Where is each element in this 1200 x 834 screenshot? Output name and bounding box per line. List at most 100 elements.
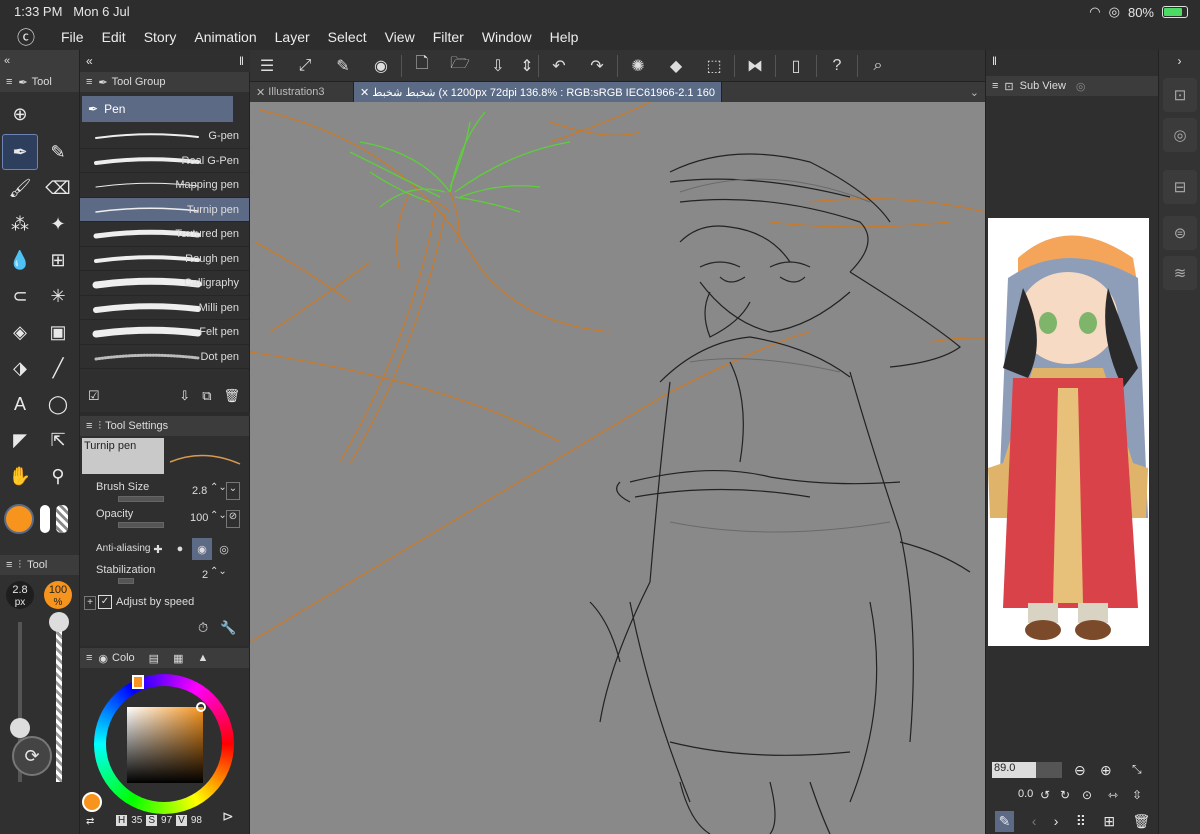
lasso-tool-icon[interactable]: ⊂ xyxy=(2,278,38,314)
zoom-slider[interactable] xyxy=(1036,762,1062,778)
line-tool-icon[interactable]: ╱ xyxy=(40,350,76,386)
opacity-value[interactable]: 100 xyxy=(190,512,208,524)
gradient-tool-icon[interactable]: ▣ xyxy=(40,314,76,350)
brush-item[interactable]: Milli pen xyxy=(80,296,249,320)
reset-rotation-icon[interactable]: ⊙ xyxy=(1082,788,1092,802)
airbrush-tool-icon[interactable]: ⁂ xyxy=(2,206,38,242)
checkbox-icon[interactable]: ☑ xyxy=(88,388,100,404)
menu-layer[interactable]: Layer xyxy=(266,29,319,45)
rotate-right-icon[interactable]: ↻ xyxy=(1060,788,1070,802)
opacity-slider[interactable] xyxy=(56,622,62,782)
search-icon[interactable]: ⌕ xyxy=(859,51,897,81)
fill-tool-icon[interactable]: ◈ xyxy=(2,314,38,350)
brush-item[interactable]: Turnip pen xyxy=(80,197,249,222)
aa-weak-icon[interactable]: ● xyxy=(170,538,190,560)
trash-icon[interactable]: 🗑 xyxy=(1132,813,1150,830)
aa-strong-icon[interactable]: ◎ xyxy=(214,538,234,560)
brush-tool-icon[interactable]: 🖌 xyxy=(2,170,38,206)
brush-size-value[interactable]: 2.8 xyxy=(192,485,207,497)
grid-view-icon[interactable]: ⠿ xyxy=(1076,813,1086,830)
pen-tool-icon[interactable]: ✒ xyxy=(2,134,38,170)
brush-item[interactable]: Calligraphy xyxy=(80,271,249,296)
download-circle-icon[interactable]: ⊕ xyxy=(2,96,38,132)
layer-property-icon[interactable]: ⊟ xyxy=(1163,170,1197,204)
drag-handle-icon[interactable]: ≡ xyxy=(80,76,98,88)
brush-item[interactable]: Real G-Pen xyxy=(80,149,249,173)
modifier-key-icon[interactable]: ⟳ xyxy=(12,736,52,776)
ruler-tool-icon[interactable]: ◤ xyxy=(2,422,38,458)
next-icon[interactable]: › xyxy=(1054,813,1059,829)
new-file-icon[interactable]: 🗋 xyxy=(403,51,441,81)
expand-plus-icon[interactable]: + xyxy=(84,596,96,610)
aa-none-icon[interactable]: ✚ xyxy=(148,538,168,560)
menu-file[interactable]: File xyxy=(52,29,93,45)
menu-hamburger-icon[interactable]: ☰ xyxy=(248,51,286,81)
flip-horizontal-icon[interactable]: ⇿ xyxy=(1108,788,1118,802)
text-tool-icon[interactable]: A xyxy=(2,386,38,422)
drag-handle-icon[interactable]: ≡ xyxy=(986,80,1004,92)
open-folder-icon[interactable]: 🗁 xyxy=(441,51,479,81)
sub-view-toggle-icon[interactable]: ⊡ xyxy=(1163,78,1197,112)
mountain-tab-icon[interactable]: ▲ xyxy=(183,652,208,664)
balloon-tool-icon[interactable]: ◯ xyxy=(40,386,76,422)
undo-icon[interactable]: ↶ xyxy=(540,51,578,81)
smartphone-icon[interactable]: ▯ xyxy=(777,51,815,81)
flip-vertical-icon[interactable]: ⇳ xyxy=(1132,788,1142,802)
help-icon[interactable]: ? xyxy=(818,51,856,81)
drag-handle-icon[interactable]: ≡ xyxy=(0,76,18,88)
move-tool-icon[interactable]: ⬗ xyxy=(2,350,38,386)
decoration-tool-icon[interactable]: ✦ xyxy=(40,206,76,242)
eyedropper-icon[interactable]: ✎ xyxy=(994,810,1015,832)
layer-search-icon[interactable]: ⊜ xyxy=(1163,216,1197,250)
fill-icon[interactable]: ◆ xyxy=(657,51,695,81)
menu-animation[interactable]: Animation xyxy=(185,29,265,45)
opacity-setting-slider[interactable] xyxy=(118,522,164,528)
stopwatch-icon[interactable]: ⏱ xyxy=(198,620,208,636)
drawing-canvas[interactable] xyxy=(250,102,985,834)
drag-handle-icon[interactable]: ≡ xyxy=(80,652,98,664)
opacity-handle[interactable] xyxy=(49,612,69,632)
brush-size-setting-slider[interactable] xyxy=(118,496,164,502)
brush-item[interactable]: G-pen xyxy=(80,124,249,149)
eraser-tool-icon[interactable]: ⌫ xyxy=(40,170,76,206)
up-down-icon[interactable]: ⇕ xyxy=(517,51,537,81)
pressure-icon[interactable]: ⌄ xyxy=(226,482,240,500)
resize-handle-icon[interactable]: ‖ xyxy=(239,54,244,68)
history-tab-icon[interactable]: ▦ xyxy=(159,652,183,665)
zoom-in-icon[interactable]: ⊕ xyxy=(1100,762,1112,779)
drag-handle-icon[interactable]: ≡ xyxy=(80,420,98,432)
edit-canvas-icon[interactable]: ✎ xyxy=(324,51,362,81)
pencil-tool-icon[interactable]: ✎ xyxy=(40,134,76,170)
menu-select[interactable]: Select xyxy=(319,29,376,45)
menu-help[interactable]: Help xyxy=(541,29,588,45)
brush-item[interactable]: Textured pen xyxy=(80,222,249,247)
transform-icon[interactable]: ⬚ xyxy=(695,51,733,81)
operation-tool-icon[interactable]: ⇱ xyxy=(40,422,76,458)
transparent-swatch[interactable] xyxy=(56,505,68,533)
tab-illustration3[interactable]: ✕ Illustration3 xyxy=(250,82,354,102)
collapse-left-icon[interactable]: « xyxy=(86,54,93,68)
fit-icon[interactable]: ⤡ xyxy=(1132,762,1142,777)
sub-color-swatch[interactable] xyxy=(40,505,50,533)
collapse-left-icon[interactable]: « xyxy=(0,55,10,67)
main-color-indicator[interactable] xyxy=(82,792,102,812)
navigator-tab-icon[interactable]: ◎ xyxy=(1066,80,1086,93)
quick-access-icon[interactable]: ◉ xyxy=(362,51,400,81)
brush-item[interactable]: Felt pen xyxy=(80,320,249,345)
hand-tool-icon[interactable]: ✋ xyxy=(2,458,38,494)
resize-handle-icon[interactable]: ‖ xyxy=(992,54,997,68)
loading-icon[interactable]: ✺ xyxy=(619,51,657,81)
drag-handle-icon[interactable]: ≡ xyxy=(0,559,18,571)
save-icon[interactable]: ⇩ xyxy=(479,51,517,81)
menu-view[interactable]: View xyxy=(376,29,424,45)
chevron-down-icon[interactable]: ⌄ xyxy=(964,82,985,102)
menu-window[interactable]: Window xyxy=(473,29,541,45)
zoom-out-icon[interactable]: ⊖ xyxy=(1074,762,1086,779)
magic-wand-icon[interactable]: ✳ xyxy=(40,278,76,314)
sv-picker-handle[interactable] xyxy=(196,702,206,712)
stepper-icon[interactable]: ⌃⌄ xyxy=(210,482,227,493)
stepper-icon[interactable]: ⌃⌄ xyxy=(210,566,227,577)
rotate-left-icon[interactable]: ↺ xyxy=(1040,788,1050,802)
brush-size-handle[interactable] xyxy=(10,718,30,738)
redo-icon[interactable]: ↷ xyxy=(578,51,616,81)
